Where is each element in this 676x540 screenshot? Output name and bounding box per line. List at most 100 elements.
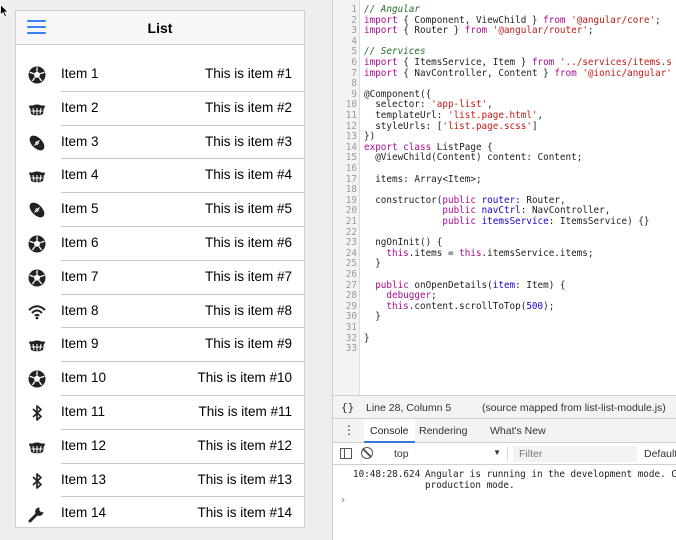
item-title: Item 6	[61, 234, 99, 250]
tab-console[interactable]: Console	[364, 419, 415, 443]
code-text[interactable]: public itemsService: ItemsService) {}	[364, 216, 649, 227]
item-title: Item 5	[61, 201, 99, 217]
code-text[interactable]: constructor(public router: Router,	[364, 195, 565, 206]
line-number[interactable]: 11	[333, 110, 357, 121]
context-value: top	[394, 448, 409, 460]
line-number[interactable]: 13	[333, 131, 357, 142]
log-levels-select[interactable]: Default	[644, 448, 676, 460]
clear-console-icon[interactable]	[361, 447, 373, 459]
console-input[interactable]	[353, 494, 653, 508]
code-text[interactable]: export class ListPage {	[364, 142, 493, 153]
code-text[interactable]: public onOpenDetails(item: Item) {	[364, 280, 565, 291]
list-item[interactable]: Item 10 This is item #10	[16, 362, 304, 396]
code-text[interactable]: import { Router } from '@angular/router'…	[364, 25, 594, 36]
code-text[interactable]: }	[364, 333, 370, 344]
menu-icon[interactable]	[27, 20, 46, 35]
line-number[interactable]: 23	[333, 237, 357, 248]
list-item[interactable]: Item 1 This is item #1	[16, 58, 304, 92]
item-note: This is item #1	[204, 66, 292, 81]
source-map-link[interactable]: (source mapped from list-list-module.js)	[482, 402, 666, 414]
list-item[interactable]: Item 9 This is item #9	[16, 328, 304, 363]
line-number[interactable]: 4	[333, 36, 357, 47]
line-number[interactable]: 12	[333, 121, 357, 132]
code-text[interactable]: import { NavController, Content } from '…	[364, 68, 672, 79]
line-number[interactable]: 5	[333, 46, 357, 57]
code-text[interactable]: debugger;	[364, 290, 436, 301]
sidebar-toggle-icon[interactable]	[340, 448, 352, 459]
drawer-menu-icon[interactable]: ⋮	[343, 423, 355, 437]
list-item[interactable]: Item 3 This is item #3	[16, 126, 304, 160]
app-frame: List Item 1 This is item #1 Item 2 This is …	[15, 10, 305, 528]
basketball-icon	[27, 335, 47, 355]
code-text[interactable]: this.content.scrollToTop(500);	[364, 301, 554, 312]
list-item[interactable]: Item 8 This is item #8	[16, 295, 304, 329]
list-item[interactable]: Item 2 This is item #2	[16, 92, 304, 126]
line-number[interactable]: 19	[333, 195, 357, 206]
line-number[interactable]: 8	[333, 78, 357, 89]
log-timestamp: 10:48:28.624	[353, 469, 421, 480]
item-note: This is item #13	[197, 471, 292, 487]
item-title: Item 3	[61, 133, 99, 149]
line-number[interactable]: 1	[333, 4, 357, 15]
line-number[interactable]: 14	[333, 142, 357, 153]
line-number[interactable]: 10	[333, 99, 357, 110]
line-number[interactable]: 21	[333, 216, 357, 227]
log-message-continued: production mode.	[425, 480, 515, 491]
code-text[interactable]: // Angular	[364, 4, 420, 15]
line-number[interactable]: 24	[333, 248, 357, 259]
line-number[interactable]: 15	[333, 152, 357, 163]
list-item[interactable]: Item 14 This is item #14	[16, 497, 304, 527]
code-text[interactable]: items: Array<Item>;	[364, 174, 481, 185]
tab-rendering[interactable]: Rendering	[419, 425, 467, 437]
list-item[interactable]: Item 6 This is item #6	[16, 227, 304, 261]
line-number[interactable]: 22	[333, 227, 357, 238]
code-text[interactable]: }	[364, 258, 381, 269]
code-text[interactable]: public navCtrl: NavController,	[364, 205, 610, 216]
line-number[interactable]: 7	[333, 68, 357, 79]
line-number[interactable]: 27	[333, 280, 357, 291]
code-text[interactable]: styleUrls: ['list.page.scss']	[364, 121, 537, 132]
line-number[interactable]: 33	[333, 343, 357, 354]
line-number[interactable]: 2	[333, 15, 357, 26]
line-number[interactable]: 20	[333, 205, 357, 216]
code-text[interactable]: // Services	[364, 46, 426, 57]
list-item[interactable]: Item 11 This is item #11	[16, 396, 304, 430]
tab-whats-new[interactable]: What's New	[490, 425, 546, 437]
pretty-print-icon[interactable]: {}	[341, 401, 354, 414]
code-text[interactable]: @Component({	[364, 89, 431, 100]
line-number[interactable]: 6	[333, 57, 357, 68]
code-text[interactable]: ngOnInit() {	[364, 237, 442, 248]
code-text[interactable]: import { ItemsService, Item } from '../s…	[364, 57, 672, 68]
line-number[interactable]: 29	[333, 301, 357, 312]
line-number[interactable]: 31	[333, 322, 357, 333]
code-text[interactable]: }	[364, 311, 381, 322]
line-number[interactable]: 17	[333, 174, 357, 185]
line-number[interactable]: 28	[333, 290, 357, 301]
code-text[interactable]: templateUrl: 'list.page.html',	[364, 110, 543, 121]
line-number[interactable]: 16	[333, 163, 357, 174]
line-number[interactable]: 26	[333, 269, 357, 280]
mouse-pointer-icon	[0, 4, 9, 18]
line-number[interactable]: 3	[333, 25, 357, 36]
console-prompt-icon: ›	[340, 495, 347, 506]
code-text[interactable]: @ViewChild(Content) content: Content;	[364, 152, 582, 163]
context-select[interactable]: top ▼	[380, 446, 508, 462]
line-number[interactable]: 32	[333, 333, 357, 344]
item-note: This is item #6	[204, 234, 292, 250]
list-item[interactable]: Item 4 This is item #4	[16, 159, 304, 194]
list-item[interactable]: Item 5 This is item #5	[16, 193, 304, 227]
code-text[interactable]: })	[364, 131, 375, 142]
log-message: Angular is running in the development mo…	[425, 469, 676, 480]
list-item[interactable]: Item 13 This is item #13	[16, 464, 304, 498]
list-item[interactable]: Item 12 This is item #12	[16, 430, 304, 464]
code-text[interactable]: this.items = this.itemsService.items;	[364, 248, 593, 259]
code-text[interactable]: import { Component, ViewChild } from '@a…	[364, 15, 661, 26]
line-number[interactable]: 18	[333, 184, 357, 195]
devtools-panel: 1 // Angular 2 import { Component, ViewChil…	[332, 0, 676, 540]
code-text[interactable]: selector: 'app-list',	[364, 99, 493, 110]
list-item[interactable]: Item 7 This is item #7	[16, 261, 304, 295]
line-number[interactable]: 9	[333, 89, 357, 100]
filter-input[interactable]	[513, 446, 637, 462]
line-number[interactable]: 25	[333, 258, 357, 269]
line-number[interactable]: 30	[333, 311, 357, 322]
